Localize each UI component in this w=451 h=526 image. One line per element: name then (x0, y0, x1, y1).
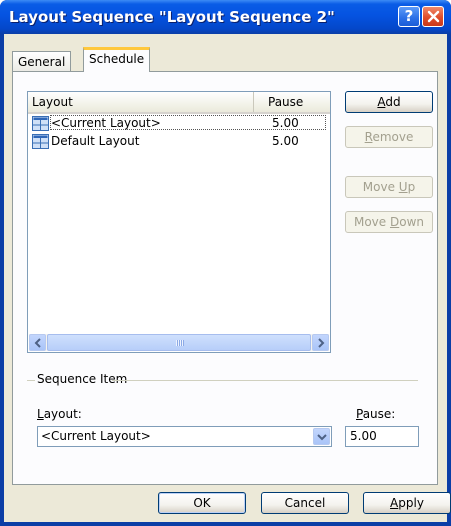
list-header: Layout Pause (28, 92, 330, 114)
close-button[interactable] (422, 6, 444, 27)
scroll-right-button[interactable] (312, 334, 329, 351)
move-up-button-accel: U (398, 180, 408, 194)
sequence-item-group-label: Sequence Item (37, 372, 128, 386)
add-button-label-post: dd (385, 95, 401, 109)
layout-grid-icon (32, 116, 49, 131)
move-down-button-label-pre: Move (353, 215, 390, 229)
layout-label-post: ayout: (43, 407, 82, 421)
window-title: Layout Sequence "Layout Sequence 2" (9, 8, 335, 26)
move-up-button[interactable]: Move Up (345, 176, 433, 198)
layout-list[interactable]: Layout Pause <Current Layout> 5.00 Defau… (27, 91, 331, 353)
add-button[interactable]: Add (345, 91, 433, 113)
list-item-pause: 5.00 (272, 116, 299, 130)
move-up-button-label-pre: Move (362, 180, 399, 194)
chevron-down-icon (316, 434, 327, 441)
list-item[interactable]: <Current Layout> 5.00 (30, 115, 326, 131)
list-item-pause: 5.00 (272, 134, 299, 148)
remove-button[interactable]: Remove (345, 126, 433, 148)
tab-general-label: General (18, 55, 66, 69)
tab-general[interactable]: General (12, 51, 72, 71)
pause-input[interactable]: 5.00 (345, 426, 419, 447)
chevron-left-icon (34, 338, 41, 348)
pause-label-accel: P (356, 407, 363, 421)
column-header-layout[interactable]: Layout (28, 92, 254, 112)
move-down-button-label-post: own (399, 215, 424, 229)
scroll-left-button[interactable] (29, 334, 46, 351)
layout-dropdown-button[interactable] (313, 428, 330, 445)
ok-button[interactable]: OK (158, 492, 246, 514)
list-item-name: Default Layout (51, 134, 140, 148)
cancel-button[interactable]: Cancel (261, 492, 349, 514)
layout-field-label: Layout: (37, 407, 82, 421)
move-up-button-label-post: p (407, 180, 416, 194)
close-icon (427, 10, 439, 23)
list-item[interactable]: Default Layout 5.00 (30, 133, 326, 149)
move-down-button-accel: D (389, 215, 400, 229)
layout-label-accel: L (37, 407, 44, 421)
layout-grid-icon (32, 134, 49, 149)
tab-schedule[interactable]: Schedule (83, 47, 151, 72)
help-icon: ? (404, 7, 414, 25)
tab-schedule-label: Schedule (89, 52, 145, 66)
group-divider-left (27, 380, 35, 381)
apply-button-label-post: pply (398, 496, 424, 510)
layout-select-value: <Current Layout> (41, 429, 151, 443)
list-item-name: <Current Layout> (51, 116, 161, 130)
layout-sequence-dialog: Layout Sequence "Layout Sequence 2" ? Ge… (0, 0, 451, 526)
remove-button-label-post: emove (372, 130, 414, 144)
scroll-grip-icon (176, 340, 184, 346)
help-button[interactable]: ? (398, 6, 420, 27)
move-down-button[interactable]: Move Down (345, 211, 433, 233)
title-bar[interactable]: Layout Sequence "Layout Sequence 2" ? (0, 0, 451, 34)
horizontal-scrollbar[interactable] (29, 334, 329, 351)
chevron-right-icon (317, 338, 324, 348)
apply-button[interactable]: Apply (363, 492, 451, 514)
column-header-pause[interactable]: Pause (255, 92, 330, 112)
dialog-client-area: General Schedule Layout Pause <Current L… (4, 34, 451, 522)
group-divider (112, 380, 418, 381)
scroll-thumb[interactable] (47, 334, 311, 351)
pause-field-label: Pause: (356, 407, 395, 421)
layout-select[interactable]: <Current Layout> (37, 426, 332, 447)
pause-label-post: ause: (362, 407, 396, 421)
